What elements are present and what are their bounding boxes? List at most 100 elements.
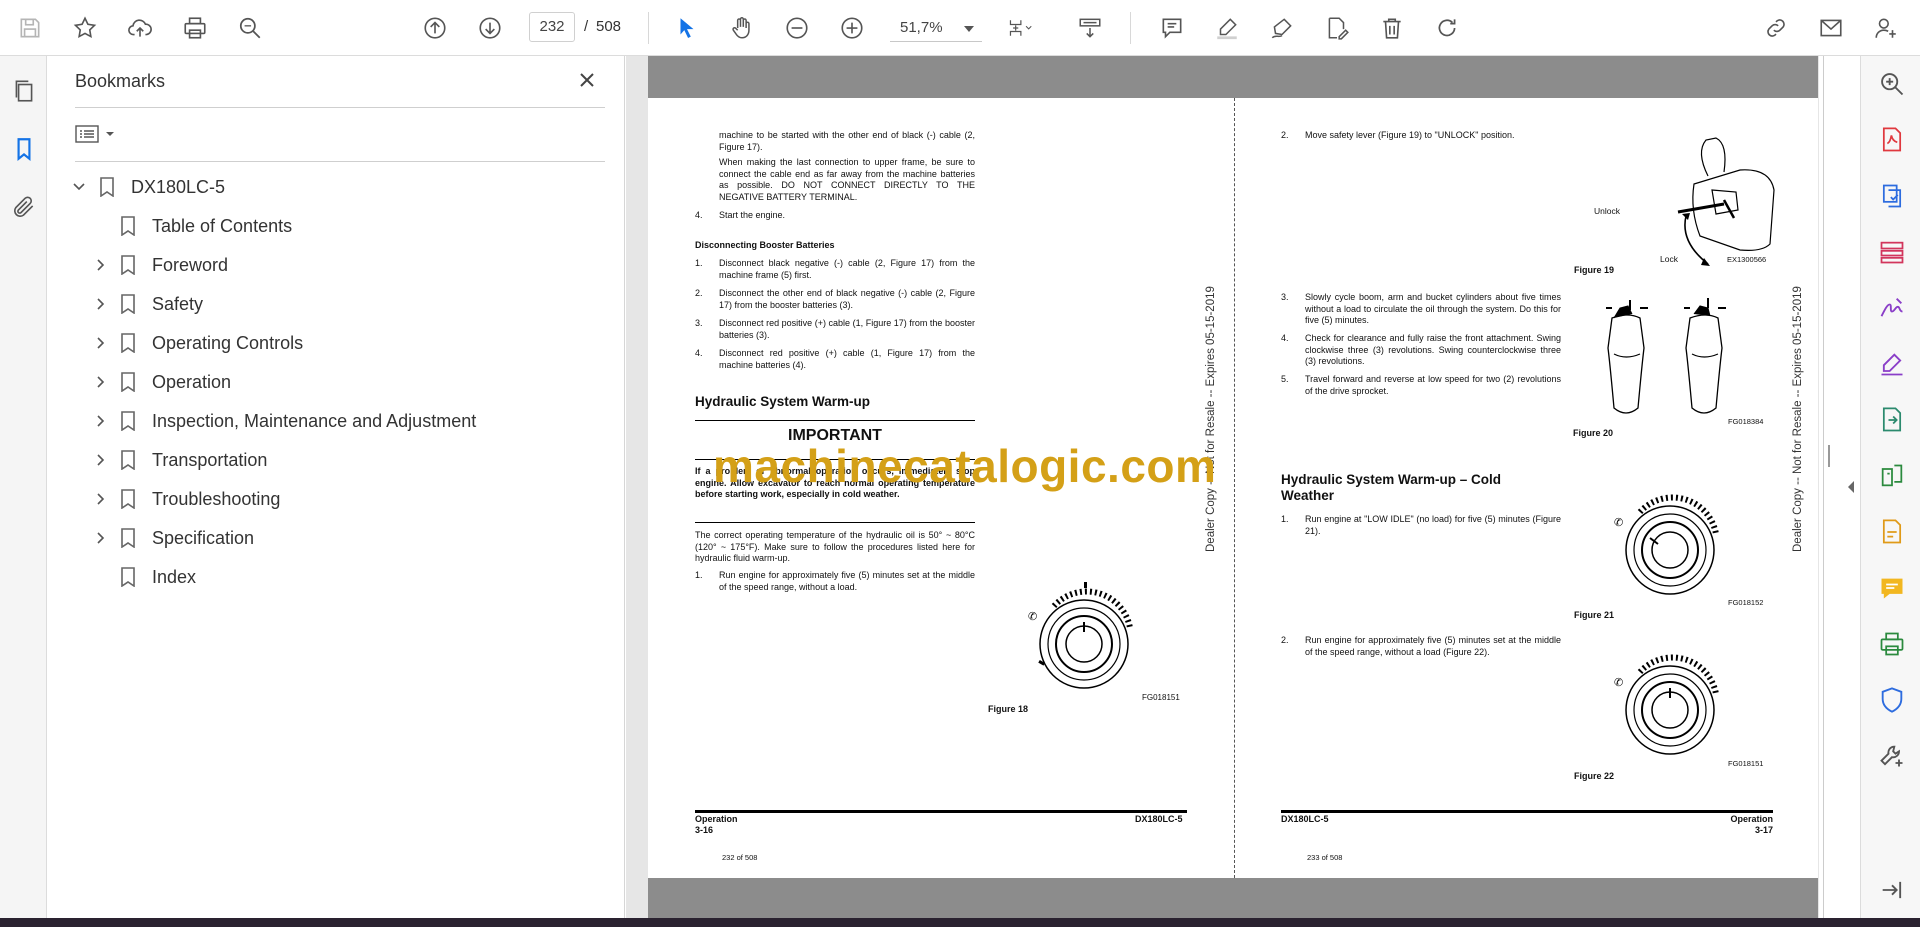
section-heading: Hydraulic System Warm-up – Cold Weather — [1281, 472, 1502, 503]
export-pdf-icon[interactable] — [1877, 125, 1907, 155]
total-pages: 508 — [596, 18, 622, 35]
bookmark-item[interactable]: Foreword — [92, 250, 228, 280]
comment-icon[interactable] — [1877, 573, 1907, 603]
scroll-mode-icon[interactable] — [1072, 10, 1108, 46]
collapse-right-panel-icon[interactable] — [1846, 480, 1856, 494]
find-icon[interactable] — [232, 10, 268, 46]
more-tools-icon[interactable] — [1877, 741, 1907, 771]
draw-icon[interactable] — [1264, 10, 1300, 46]
print-production-icon[interactable] — [1877, 629, 1907, 659]
step-number: 4. — [1281, 333, 1289, 343]
bookmark-item[interactable]: Safety — [92, 289, 203, 319]
bookmark-item[interactable]: Inspection, Maintenance and Adjustment — [92, 406, 476, 436]
top-toolbar: 232 / 508 51,7% — [0, 0, 1920, 56]
organize-pages-icon[interactable] — [1877, 237, 1907, 267]
page-fit-icon[interactable] — [1002, 10, 1038, 46]
list-options-icon — [75, 125, 99, 143]
bookmark-root-item[interactable]: DX180LC-5 — [71, 172, 225, 202]
close-icon[interactable] — [575, 68, 599, 92]
bookmark-icon — [120, 215, 138, 237]
bookmark-item[interactable]: Operation — [92, 367, 231, 397]
rotate-icon[interactable] — [1429, 10, 1465, 46]
step-text: Check for clearance and fully raise the … — [1305, 333, 1561, 366]
next-page-icon[interactable] — [472, 10, 508, 46]
edit-pdf-icon[interactable] — [1877, 349, 1907, 379]
bookmark-icon — [120, 332, 138, 354]
zoom-level-select[interactable]: 51,7% — [890, 14, 982, 42]
star-icon[interactable] — [67, 10, 103, 46]
watermark: machinecatalogic.com — [713, 440, 1217, 492]
taskbar-strip — [0, 918, 1920, 927]
bookmark-icon — [120, 410, 138, 432]
chevron-down-icon[interactable] — [71, 179, 87, 195]
bookmark-item[interactable]: Table of Contents — [92, 211, 292, 241]
chevron-right-icon[interactable] — [92, 413, 108, 429]
save-icon[interactable] — [12, 10, 48, 46]
footer-model: DX180LC-5 — [1135, 814, 1183, 824]
bookmark-item[interactable]: Operating Controls — [92, 328, 303, 358]
comment-icon[interactable] — [1154, 10, 1190, 46]
zoom-search-icon[interactable] — [1877, 69, 1907, 99]
delete-icon[interactable] — [1374, 10, 1410, 46]
select-cursor-icon[interactable] — [669, 10, 705, 46]
bookmark-item[interactable]: Index — [92, 562, 196, 592]
figure-caption: Figure 22 — [1574, 771, 1615, 781]
footer-page-number: 3-16 — [695, 825, 714, 835]
chevron-right-icon[interactable] — [92, 296, 108, 312]
step-number: 3. — [695, 318, 703, 328]
highlight-icon[interactable] — [1209, 10, 1245, 46]
export-convert-icon[interactable] — [1877, 405, 1907, 435]
page-gap — [648, 56, 1818, 98]
zoom-out-icon[interactable] — [779, 10, 815, 46]
step-number: 3. — [1281, 292, 1289, 302]
compare-icon[interactable] — [1877, 461, 1907, 491]
edit-text-icon[interactable] — [1319, 10, 1355, 46]
toolbar-divider — [1130, 12, 1131, 44]
fill-sign-icon[interactable] — [1877, 293, 1907, 323]
zoom-in-icon[interactable] — [834, 10, 870, 46]
bookmark-item[interactable]: Specification — [92, 523, 254, 553]
step-text: Start the engine. — [719, 210, 786, 220]
step-number: 5. — [1281, 374, 1289, 384]
scrollbar-track[interactable] — [1823, 56, 1824, 918]
bookmark-options-button[interactable] — [75, 119, 119, 149]
rule — [695, 522, 975, 523]
attachment-icon[interactable] — [9, 192, 39, 222]
comment-file-icon[interactable] — [1877, 517, 1907, 547]
step-number: 1. — [695, 258, 703, 268]
figure-caption: Figure 19 — [1574, 265, 1615, 275]
chevron-right-icon[interactable] — [92, 335, 108, 351]
page-number-input[interactable]: 232 — [529, 12, 575, 42]
protect-icon[interactable] — [1877, 685, 1907, 715]
hand-tool-icon[interactable] — [724, 10, 760, 46]
print-icon[interactable] — [177, 10, 213, 46]
bookmark-item[interactable]: Transportation — [92, 445, 267, 475]
section-heading: Hydraulic System Warm-up — [695, 394, 871, 409]
divider — [75, 161, 605, 162]
email-icon[interactable] — [1813, 10, 1849, 46]
svg-text:✆: ✆ — [1614, 677, 1623, 689]
chevron-right-icon[interactable] — [92, 530, 108, 546]
create-pdf-icon[interactable] — [1877, 181, 1907, 211]
previous-page-icon[interactable] — [417, 10, 453, 46]
pages-icon[interactable] — [9, 76, 39, 106]
left-navigation-rail — [0, 56, 47, 918]
scrollbar-thumb[interactable] — [1828, 445, 1830, 467]
share-link-icon[interactable] — [1758, 10, 1794, 46]
travel-lever-figure — [1606, 298, 1726, 414]
expand-panel-icon[interactable] — [1877, 875, 1907, 905]
bookmark-item[interactable]: Troubleshooting — [92, 484, 280, 514]
paragraph: The correct operating temperature of the… — [695, 530, 975, 563]
bookmark-label: Safety — [152, 293, 204, 314]
bookmark-label: Specification — [152, 527, 255, 548]
upload-cloud-icon[interactable] — [122, 10, 158, 46]
chevron-right-icon[interactable] — [92, 452, 108, 468]
bookmark-icon[interactable] — [9, 134, 39, 164]
chevron-right-icon[interactable] — [92, 374, 108, 390]
user-sign-in-icon[interactable] — [1868, 10, 1904, 46]
step-text: Travel forward and reverse at low speed … — [1305, 374, 1561, 396]
figure-label: Unlock — [1594, 206, 1620, 216]
chevron-right-icon[interactable] — [92, 491, 108, 507]
bookmark-label: Table of Contents — [152, 215, 293, 236]
chevron-right-icon[interactable] — [92, 257, 108, 273]
